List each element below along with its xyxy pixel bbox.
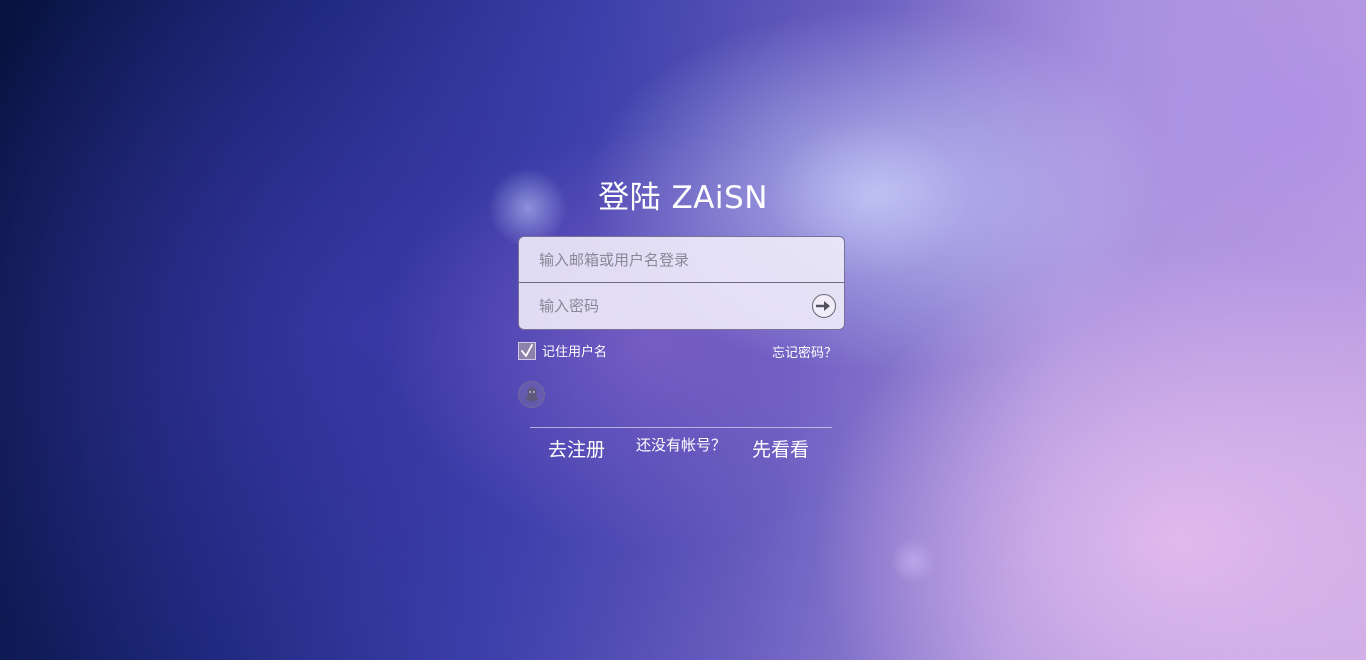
password-input[interactable]: [519, 283, 844, 329]
username-input[interactable]: [519, 237, 844, 283]
footer-divider: [530, 427, 832, 428]
no-account-text: 还没有帐号？: [636, 436, 727, 454]
forgot-password-link[interactable]: 忘记密码？: [772, 342, 837, 361]
checkmark-icon: [521, 343, 533, 357]
page-title: 登陆 ZAiSN: [598, 180, 768, 216]
login-form: [518, 236, 845, 330]
preview-link[interactable]: 先看看: [752, 435, 809, 462]
remember-checkbox[interactable]: [518, 341, 536, 360]
qq-penguin-icon: [525, 387, 538, 402]
qq-login-button[interactable]: [518, 381, 545, 408]
register-link[interactable]: 去注册: [548, 435, 605, 462]
arrow-right-icon: [816, 301, 830, 311]
remember-username-option[interactable]: 记住用户名: [518, 341, 607, 360]
bokeh-light: [890, 538, 936, 584]
login-submit-button[interactable]: [812, 294, 836, 318]
remember-label: 记住用户名: [542, 345, 608, 360]
